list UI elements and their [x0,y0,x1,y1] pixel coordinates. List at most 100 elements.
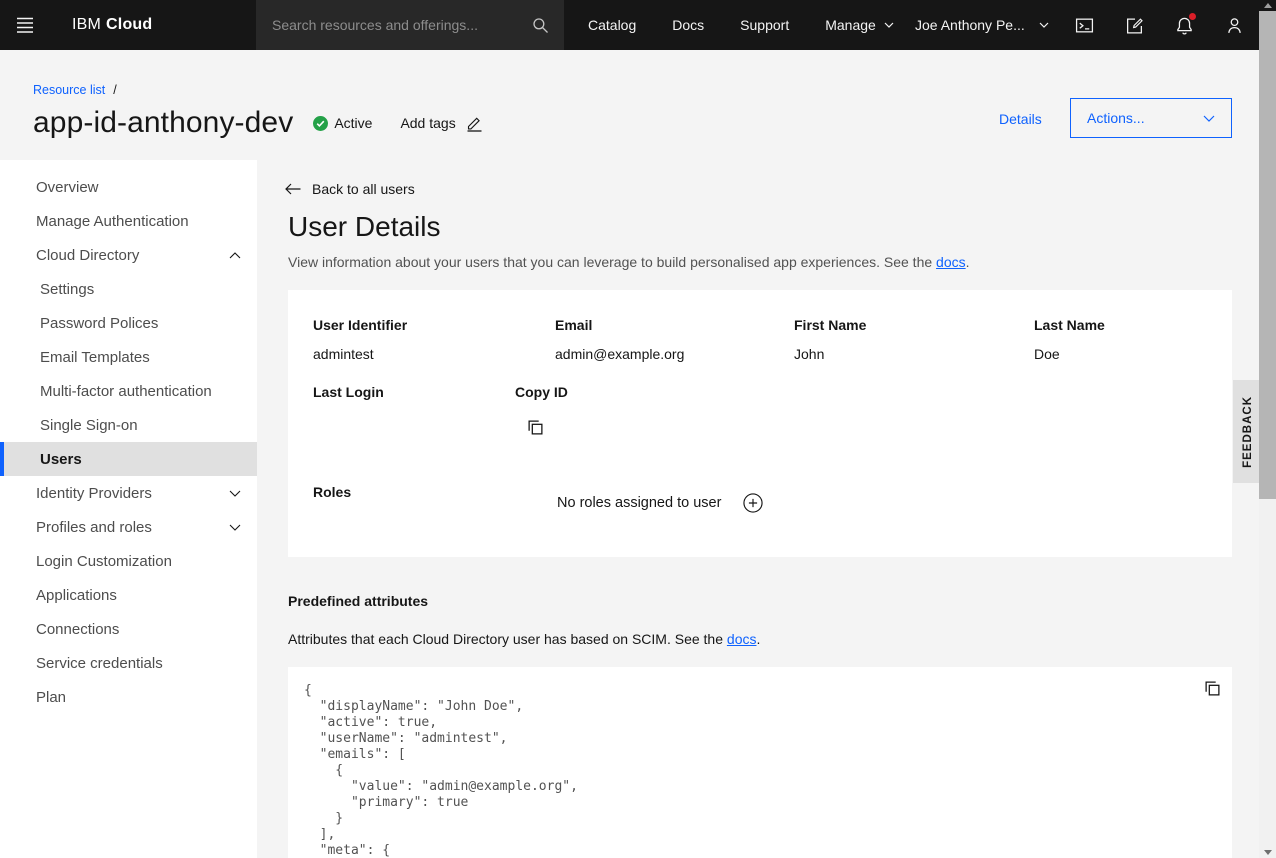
search-button[interactable] [516,0,564,50]
account-menu[interactable]: Joe Anthony Pe... [901,0,1063,50]
sidebar-item-connections[interactable]: Connections [0,612,257,646]
copy-icon [527,419,544,436]
predefined-period: . [756,631,760,647]
user-info-card: User Identifier admintest Email admin@ex… [288,290,1232,557]
docs-link[interactable]: docs [936,254,966,270]
sidebar-item-service-credentials[interactable]: Service credentials [0,646,257,680]
search-icon [532,17,549,34]
cloud-shell-button[interactable] [1059,0,1109,50]
sidebar-item-label: Identity Providers [36,485,152,502]
sidebar-item-users[interactable]: Users [0,442,257,476]
field-value: John [794,346,866,362]
arrow-left-icon [285,183,301,195]
back-to-all-users-link[interactable]: Back to all users [285,181,415,197]
triangle-up-icon [1264,3,1272,8]
add-role-button[interactable] [743,493,763,513]
predefined-attributes-title: Predefined attributes [288,593,428,609]
sidebar-item-profiles-and-roles[interactable]: Profiles and roles [0,510,257,544]
sidebar-item-overview[interactable]: Overview [0,170,257,204]
sidebar-item-identity-providers[interactable]: Identity Providers [0,476,257,510]
sidebar-item-applications[interactable]: Applications [0,578,257,612]
breadcrumb: Resource list / [33,83,117,97]
profile-button[interactable] [1209,0,1259,50]
notifications-button[interactable] [1159,0,1209,50]
field-label: First Name [794,317,866,333]
sidebar-item-label: Cloud Directory [36,247,139,264]
sidebar-item-password-polices[interactable]: Password Polices [0,306,257,340]
sidebar-nav: Overview Manage Authentication Cloud Dir… [0,160,257,858]
code-line: ], [304,827,1232,843]
page-title: app-id-anthony-dev [33,106,293,140]
sidebar-item-login-customization[interactable]: Login Customization [0,544,257,578]
copy-id-button[interactable] [527,419,544,436]
docs-feedback-button[interactable] [1109,0,1159,50]
vertical-scrollbar [1259,0,1276,858]
sidebar-item-email-templates[interactable]: Email Templates [0,340,257,374]
field-value: Doe [1034,346,1105,362]
scrollbar-thumb[interactable] [1259,11,1276,499]
breadcrumb-separator: / [113,83,116,97]
chevron-down-icon [1203,115,1215,122]
sidebar-item-settings[interactable]: Settings [0,272,257,306]
code-line: "emails": [ [304,747,1232,763]
edit-pencil-icon [466,115,483,132]
ibm-cloud-app-screen: IBM Cloud Catalog Docs Support Manage Jo… [0,0,1276,858]
nav-support[interactable]: Support [722,0,807,50]
nav-docs[interactable]: Docs [654,0,722,50]
nav-support-label: Support [740,17,789,33]
sidebar-item-single-sign-on[interactable]: Single Sign-on [0,408,257,442]
notification-dot [1189,13,1196,20]
sidebar-item-label: Email Templates [40,349,150,366]
add-tags-button[interactable]: Add tags [400,115,482,132]
sidebar-item-manage-authentication[interactable]: Manage Authentication [0,204,257,238]
code-line: "primary": true [304,795,1232,811]
field-value: admintest [313,346,407,362]
sidebar-item-cloud-directory[interactable]: Cloud Directory [0,238,257,272]
docs-link[interactable]: docs [727,631,757,647]
copy-code-button[interactable] [1204,680,1221,697]
predefined-attributes-description: Attributes that each Cloud Directory use… [288,631,760,647]
sidebar-item-label: Connections [36,621,119,638]
back-link-label: Back to all users [312,181,415,197]
sidebar-item-plan[interactable]: Plan [0,680,257,714]
nav-catalog[interactable]: Catalog [570,0,654,50]
details-link[interactable]: Details [999,111,1042,127]
scrollbar-up-button[interactable] [1259,0,1276,11]
predefined-text: Attributes that each Cloud Directory use… [288,631,727,647]
field-user-identifier: User Identifier admintest [313,317,407,362]
user-details-description: View information about your users that y… [288,254,970,270]
chevron-down-icon [884,22,894,28]
nav-manage[interactable]: Manage [807,0,912,50]
sidebar-item-label: Manage Authentication [36,213,189,230]
ibm-cloud-logo[interactable]: IBM Cloud [72,0,152,50]
add-tags-label: Add tags [400,115,455,131]
menu-button[interactable] [0,0,50,50]
sidebar-item-label: Service credentials [36,655,163,672]
actions-label: Actions... [1087,110,1145,126]
check-circle-icon [313,116,328,131]
field-label: User Identifier [313,317,407,333]
nav-manage-label: Manage [825,17,876,33]
actions-dropdown[interactable]: Actions... [1070,98,1232,138]
nav-docs-label: Docs [672,17,704,33]
chevron-down-icon [229,524,241,531]
scrollbar-down-button[interactable] [1259,846,1276,858]
brand-bold: Cloud [106,16,152,34]
edit-square-icon [1125,16,1144,35]
sidebar-item-multi-factor-authentication[interactable]: Multi-factor authentication [0,374,257,408]
top-header: IBM Cloud Catalog Docs Support Manage Jo… [0,0,1276,50]
add-circle-icon [743,493,763,513]
brand-prefix: IBM [72,16,101,34]
feedback-tab[interactable]: FEEDBACK [1233,380,1262,483]
field-value: admin@example.org [555,346,684,362]
field-label: Last Name [1034,317,1105,333]
field-first-name: First Name John [794,317,866,362]
search-input[interactable] [256,0,516,50]
code-line: { [304,763,1232,779]
cloud-shell-icon [1075,16,1094,35]
sidebar-item-label: Overview [36,179,99,196]
sidebar-item-label: Settings [40,281,94,298]
chevron-down-icon [229,490,241,497]
code-line: "meta": { [304,843,1232,858]
breadcrumb-resource-list[interactable]: Resource list [33,83,105,97]
